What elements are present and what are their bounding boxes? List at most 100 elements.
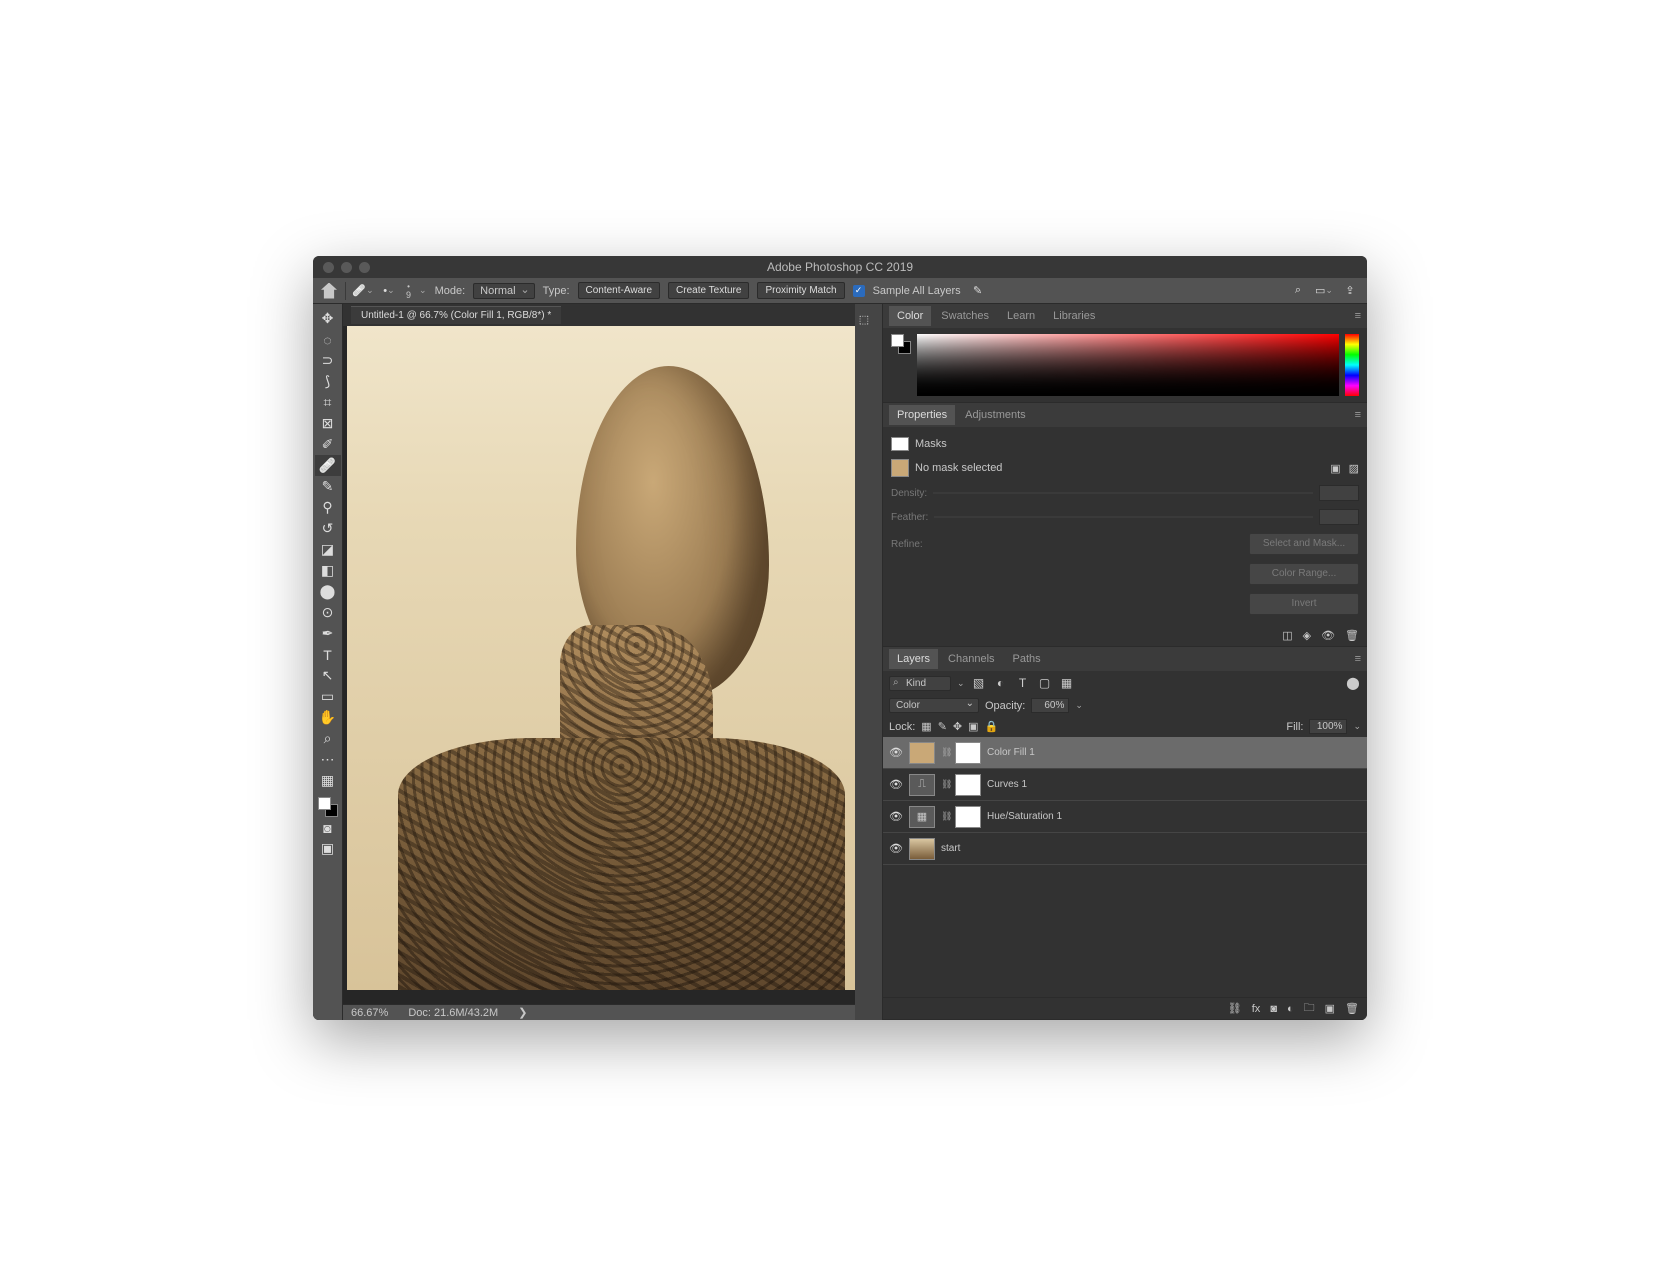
layer-thumb[interactable]: ▦ [909, 806, 935, 828]
layer-thumb[interactable] [909, 742, 935, 764]
sample-all-checkbox[interactable]: ✓ [853, 285, 865, 297]
collapsed-dock[interactable]: ⬚ [855, 304, 883, 1020]
more-tools-icon[interactable]: ⋯ [315, 749, 341, 770]
gradient-tool-icon[interactable]: ◧ [315, 560, 341, 581]
opacity-input[interactable]: 60% [1031, 698, 1069, 713]
home-icon[interactable] [321, 283, 337, 299]
filter-toggle-icon[interactable]: ⬤ [1345, 675, 1361, 691]
delete-layer-icon[interactable]: 🗑 [1345, 1002, 1359, 1015]
layer-row[interactable]: 👁 ⛓ Color Fill 1 [883, 737, 1367, 769]
path-select-tool-icon[interactable]: ↖ [315, 665, 341, 686]
layer-name[interactable]: Curves 1 [987, 779, 1027, 790]
history-brush-tool-icon[interactable]: ↺ [315, 518, 341, 539]
brush-preset-icon[interactable]: •⌄ [380, 282, 398, 300]
chevron-down-icon[interactable]: ⌄ [419, 285, 427, 296]
brush-tool-icon[interactable]: ✎ [315, 476, 341, 497]
link-layers-icon[interactable]: ⛓ [1228, 1002, 1242, 1015]
brush-size[interactable]: •9 [406, 282, 411, 299]
content-aware-button[interactable]: Content-Aware [578, 282, 661, 299]
visibility-icon[interactable]: 👁 [889, 810, 903, 823]
zoom-tool-icon[interactable]: ⌕ [315, 728, 341, 749]
share-icon[interactable]: ⇪ [1341, 282, 1359, 300]
healing-brush-tool-icon[interactable]: 🩹 [315, 455, 341, 476]
tab-channels[interactable]: Channels [940, 649, 1002, 669]
visibility-icon[interactable]: 👁 [889, 746, 903, 759]
hand-tool-icon[interactable]: ✋ [315, 707, 341, 728]
filter-type-icon[interactable]: T [1015, 675, 1031, 691]
history-panel-icon[interactable]: ⬚ [855, 304, 873, 334]
lock-artboard-icon[interactable]: ▣ [968, 720, 978, 733]
tab-properties[interactable]: Properties [889, 405, 955, 425]
lock-all-icon[interactable]: 🔒 [985, 720, 999, 733]
color-swatches[interactable] [318, 797, 338, 817]
lock-pixels-icon[interactable]: ✎ [938, 720, 947, 733]
stamp-tool-icon[interactable]: ⚲ [315, 497, 341, 518]
foreground-color[interactable] [891, 334, 904, 347]
lock-transparent-icon[interactable]: ▦ [921, 720, 931, 733]
visibility-icon[interactable]: 👁 [889, 842, 903, 855]
eraser-tool-icon[interactable]: ◪ [315, 539, 341, 560]
tab-learn[interactable]: Learn [999, 306, 1043, 326]
filter-pixel-icon[interactable]: ▧ [971, 675, 987, 691]
blend-mode-select[interactable]: Color [889, 698, 979, 713]
fill-input[interactable]: 100% [1309, 719, 1347, 734]
search-icon[interactable]: ⌕ [1289, 282, 1307, 300]
lasso-tool-icon[interactable]: ⊃ [315, 350, 341, 371]
add-mask-icon[interactable]: ◙ [1270, 1003, 1277, 1015]
shape-tool-icon[interactable]: ▭ [315, 686, 341, 707]
move-tool-icon[interactable]: ✥ [315, 308, 341, 329]
edit-toolbar-icon[interactable]: ▦ [315, 770, 341, 791]
create-texture-button[interactable]: Create Texture [668, 282, 749, 299]
layer-row[interactable]: 👁 start [883, 833, 1367, 865]
status-chevron-icon[interactable]: ❯ [518, 1006, 527, 1019]
visibility-icon[interactable]: 👁 [889, 778, 903, 791]
color-swatches[interactable] [891, 334, 911, 354]
load-selection-icon[interactable]: ◫ [1282, 629, 1292, 642]
foreground-color[interactable] [318, 797, 331, 810]
toggle-mask-icon[interactable]: 👁 [1321, 629, 1335, 642]
layer-name[interactable]: Hue/Saturation 1 [987, 811, 1062, 822]
new-layer-icon[interactable]: ▣ [1325, 1002, 1335, 1015]
delete-mask-icon[interactable]: 🗑 [1345, 629, 1359, 642]
lock-position-icon[interactable]: ✥ [953, 720, 962, 733]
mode-select[interactable]: Normal [473, 283, 534, 299]
filter-adjustment-icon[interactable]: ◐ [993, 675, 1009, 691]
frame-tool-icon[interactable]: ⊠ [315, 413, 341, 434]
zoom-level[interactable]: 66.67% [351, 1007, 388, 1019]
filter-shape-icon[interactable]: ▢ [1037, 675, 1053, 691]
quick-select-tool-icon[interactable]: ⟆ [315, 371, 341, 392]
pen-tool-icon[interactable]: ✒ [315, 623, 341, 644]
hue-slider[interactable] [1345, 334, 1359, 396]
adjustment-layer-icon[interactable]: ◐ [1287, 1003, 1294, 1015]
color-field[interactable] [917, 334, 1339, 396]
panel-menu-icon[interactable]: ≡ [1355, 653, 1361, 665]
mask-thumb[interactable] [955, 806, 981, 828]
layer-thumb[interactable]: ⎍ [909, 774, 935, 796]
document-tab[interactable]: Untitled-1 @ 66.7% (Color Fill 1, RGB/8*… [351, 306, 561, 324]
eyedropper-tool-icon[interactable]: ✐ [315, 434, 341, 455]
crop-tool-icon[interactable]: ⌗ [315, 392, 341, 413]
dodge-tool-icon[interactable]: ⊙ [315, 602, 341, 623]
tab-layers[interactable]: Layers [889, 649, 938, 669]
tab-libraries[interactable]: Libraries [1045, 306, 1103, 326]
filter-smart-icon[interactable]: ▦ [1059, 675, 1075, 691]
marquee-tool-icon[interactable]: ◌ [315, 329, 341, 350]
layer-style-icon[interactable]: fx [1252, 1003, 1261, 1015]
mask-thumb[interactable] [955, 742, 981, 764]
layer-name[interactable]: Color Fill 1 [987, 747, 1035, 758]
proximity-match-button[interactable]: Proximity Match [757, 282, 844, 299]
layer-row[interactable]: 👁 ▦⛓ Hue/Saturation 1 [883, 801, 1367, 833]
workspace-icon[interactable]: ▭⌄ [1315, 282, 1333, 300]
vector-mask-icon[interactable]: ▨ [1349, 462, 1359, 475]
pressure-icon[interactable]: ✎ [969, 282, 987, 300]
blur-tool-icon[interactable]: ⬤ [315, 581, 341, 602]
group-icon[interactable]: 🗀 [1304, 999, 1315, 1018]
mask-thumb[interactable] [955, 774, 981, 796]
quick-mask-icon[interactable]: ◙ [315, 817, 341, 838]
canvas[interactable] [347, 326, 855, 990]
doc-size[interactable]: Doc: 21.6M/43.2M [408, 1007, 498, 1019]
filter-kind-select[interactable]: Kind [889, 676, 951, 691]
panel-menu-icon[interactable]: ≡ [1355, 409, 1361, 421]
pixel-mask-icon[interactable]: ▣ [1330, 462, 1340, 475]
apply-mask-icon[interactable]: ◈ [1303, 629, 1311, 642]
